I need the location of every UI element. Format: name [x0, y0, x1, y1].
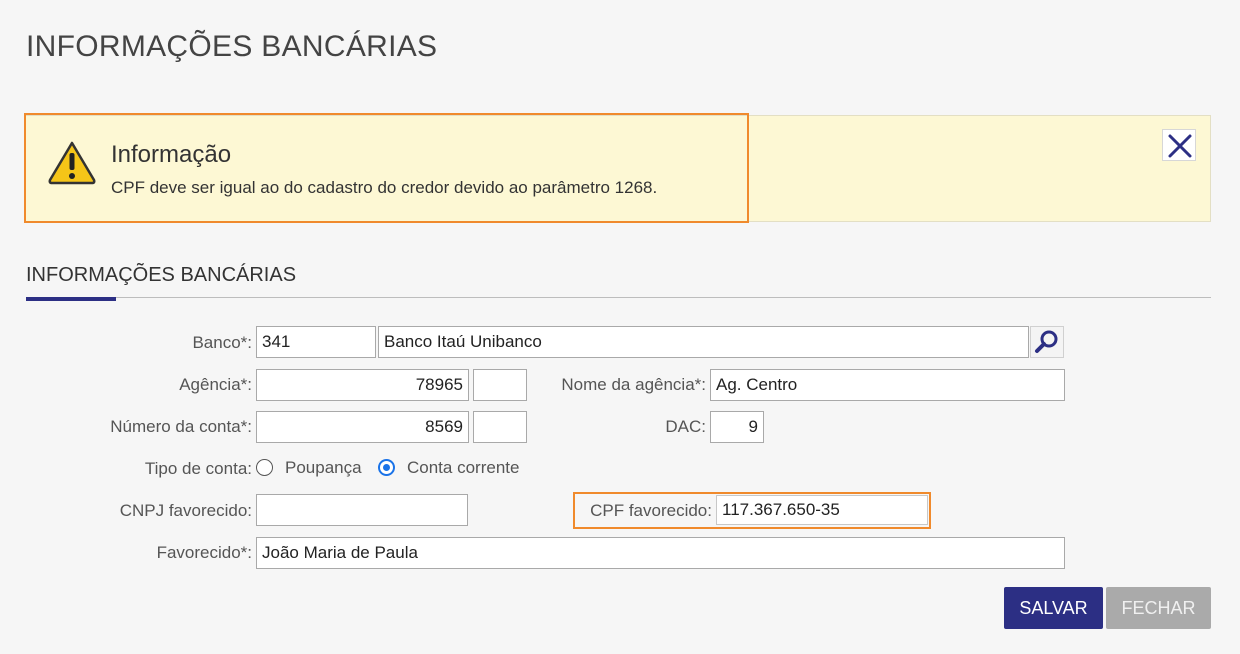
- section-divider: [26, 297, 1211, 298]
- banco-label: Banco*:: [192, 333, 252, 352]
- page-title: INFORMAÇÕES BANCÁRIAS: [26, 30, 438, 63]
- close-alert-button[interactable]: [1162, 129, 1196, 161]
- favorecido-label: Favorecido*:: [156, 543, 252, 562]
- tipo-conta-label: Tipo de conta:: [144, 459, 252, 478]
- numero-conta-label: Número da conta*:: [110, 417, 252, 436]
- close-icon: [1168, 134, 1192, 158]
- nome-agencia-label: Nome da agência*:: [561, 375, 706, 394]
- dac-input[interactable]: 9: [710, 411, 764, 443]
- radio-poupanca-label[interactable]: Poupança: [285, 458, 362, 478]
- section-title: INFORMAÇÕES BANCÁRIAS: [26, 264, 297, 286]
- section-accent: [26, 297, 116, 301]
- radio-conta-corrente[interactable]: [378, 459, 395, 476]
- radio-conta-corrente-label[interactable]: Conta corrente: [407, 458, 519, 478]
- dac-label: DAC:: [665, 417, 706, 436]
- numero-conta-input[interactable]: 8569: [256, 411, 469, 443]
- cpf-favorecido-label: CPF favorecido:: [590, 501, 712, 520]
- warning-icon: [48, 141, 96, 185]
- cnpj-favorecido-label: CNPJ favorecido:: [119, 501, 252, 520]
- banco-code-input[interactable]: 341: [256, 326, 376, 358]
- agencia-label: Agência*:: [179, 375, 252, 394]
- numero-conta-digit-input[interactable]: [473, 411, 527, 443]
- radio-poupanca[interactable]: [256, 459, 273, 476]
- save-button[interactable]: SALVAR: [1004, 587, 1103, 629]
- agencia-input[interactable]: 78965: [256, 369, 469, 401]
- search-icon[interactable]: [1030, 326, 1064, 358]
- cpf-favorecido-input[interactable]: 117.367.650-35: [716, 495, 928, 525]
- nome-agencia-input[interactable]: Ag. Centro: [710, 369, 1065, 401]
- favorecido-input[interactable]: João Maria de Paula: [256, 537, 1065, 569]
- alert-message: CPF deve ser igual ao do cadastro do cre…: [111, 178, 658, 197]
- cnpj-favorecido-input[interactable]: [256, 494, 468, 526]
- banco-name-input[interactable]: Banco Itaú Unibanco: [378, 326, 1029, 358]
- agencia-digit-input[interactable]: [473, 369, 527, 401]
- close-button[interactable]: FECHAR: [1106, 587, 1211, 629]
- alert-title: Informação: [111, 141, 232, 168]
